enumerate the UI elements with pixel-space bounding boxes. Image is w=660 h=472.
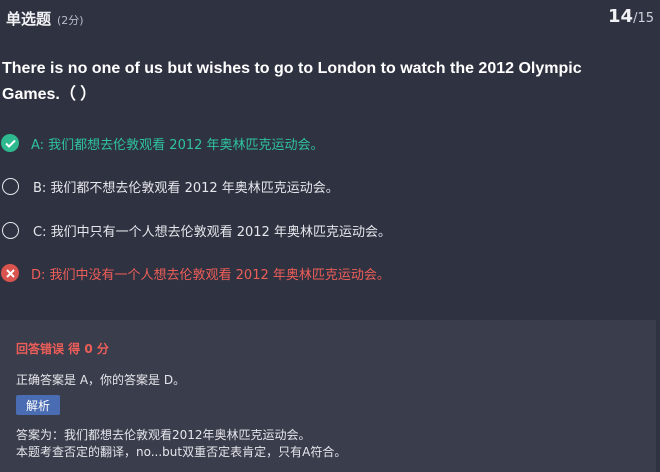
option-a[interactable]: A: 我们都想去伦敦观看 2012 年奥林匹克运动会。 bbox=[0, 131, 324, 155]
option-c[interactable]: C: 我们中只有一个人想去伦敦观看 2012 年奥林匹克运动会。 bbox=[0, 218, 391, 242]
option-b[interactable]: B: 我们都不想去伦敦观看 2012 年奥林匹克运动会。 bbox=[0, 174, 339, 198]
result-status: 回答错误 得 0 分 bbox=[16, 342, 109, 356]
analysis-button[interactable]: 解析 bbox=[16, 395, 60, 415]
question-progress: 14/15 bbox=[608, 6, 654, 27]
feedback-panel: 回答错误 得 0 分 正确答案是 A，你的答案是 D。 解析 答案为：我们都想去… bbox=[0, 320, 656, 472]
option-b-label: B: 我们都不想去伦敦观看 2012 年奥林匹克运动会。 bbox=[33, 180, 339, 196]
option-c-label: C: 我们中只有一个人想去伦敦观看 2012 年奥林匹克运动会。 bbox=[33, 224, 391, 240]
question-type: 单选题 (2分) bbox=[6, 8, 84, 29]
progress-current: 14 bbox=[608, 6, 634, 27]
analysis-text: 答案为：我们都想去伦敦观看2012年奥林匹克运动会。 本题考查否定的翻译，no.… bbox=[16, 427, 346, 461]
check-icon bbox=[1, 134, 19, 152]
question-text: There is no one of us but wishes to go t… bbox=[2, 60, 582, 103]
analysis-line-1: 答案为：我们都想去伦敦观看2012年奥林匹克运动会。 bbox=[16, 428, 311, 442]
progress-total: /15 bbox=[633, 11, 654, 26]
option-a-label: A: 我们都想去伦敦观看 2012 年奥林匹克运动会。 bbox=[31, 137, 324, 153]
question-type-label: 单选题 bbox=[6, 10, 52, 28]
radio-empty-icon bbox=[2, 177, 19, 195]
option-d[interactable]: D: 我们中没有一个人想去伦敦观看 2012 年奥林匹克运动会。 bbox=[0, 261, 390, 285]
option-d-label: D: 我们中没有一个人想去伦敦观看 2012 年奥林匹克运动会。 bbox=[31, 267, 390, 283]
radio-empty-icon bbox=[2, 221, 19, 239]
analysis-line-2: 本题考查否定的翻译，no...but双重否定表肯定，只有A符合。 bbox=[16, 445, 347, 459]
question-header: 单选题 (2分) 14/15 bbox=[0, 0, 660, 34]
question-score: (2分) bbox=[57, 14, 84, 27]
x-icon bbox=[1, 264, 19, 282]
correct-answer-line: 正确答案是 A，你的答案是 D。 bbox=[16, 373, 186, 387]
